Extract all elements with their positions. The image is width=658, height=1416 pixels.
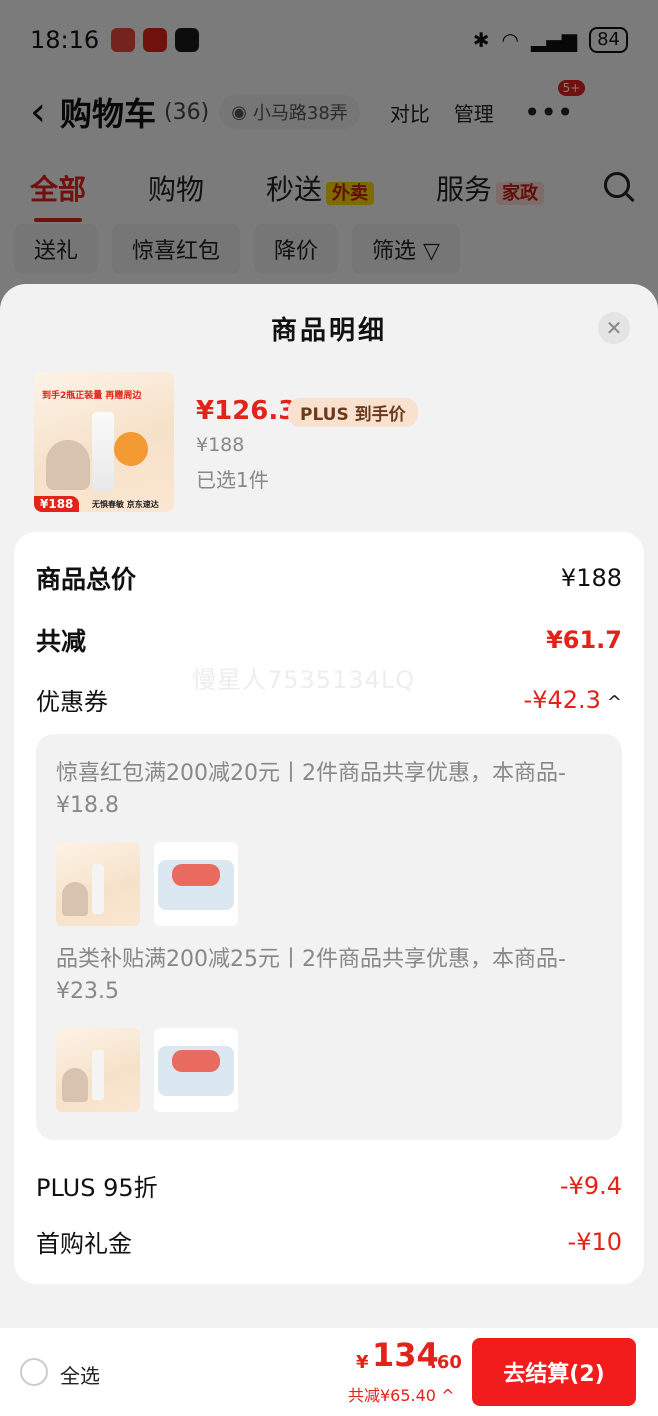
total-reduce-label: 共减 <box>36 627 87 656</box>
wipes-lid <box>172 1050 220 1072</box>
total-price-label: 商品总价 <box>36 565 137 594</box>
checkout-button[interactable]: 去结算(2) <box>472 1338 636 1406</box>
original-price: ¥188 <box>196 434 245 456</box>
product-image[interactable]: 到手2瓶正装量 再赠周边 ¥188 无惧春敏 京东速达 <box>34 372 174 512</box>
coupon-product-thumb <box>56 1028 140 1112</box>
thumb-model <box>62 1068 88 1102</box>
select-all-checkbox[interactable] <box>20 1358 48 1386</box>
sheet-title: 商品明细 <box>270 316 387 346</box>
coupon-row[interactable]: 优惠券 -¥42.3 ^ <box>36 682 622 717</box>
coupon-value: -¥42.3 <box>523 685 601 714</box>
coupon-details: 惊喜红包满200减20元丨2件商品共享优惠，本商品-¥18.8 品类补贴满200… <box>36 734 622 1140</box>
coupon-desc: 品类补贴满200减25元丨2件商品共享优惠，本商品-¥23.5 <box>56 947 566 1004</box>
thumb-model <box>62 882 88 916</box>
selected-quantity: 已选1件 <box>196 468 269 492</box>
product-detail-sheet: 商品明细 ✕ 到手2瓶正装量 再赠周边 ¥188 无惧春敏 京东速达 ¥126.… <box>0 284 658 1328</box>
coupon-product-thumb <box>154 842 238 926</box>
product-summary: 到手2瓶正装量 再赠周边 ¥188 无惧春敏 京东速达 ¥126.3 PLUS … <box>34 372 634 512</box>
coupon-desc: 惊喜红包满200减20元丨2件商品共享优惠，本商品-¥18.8 <box>56 761 566 818</box>
select-all-label[interactable]: 全选 <box>60 1360 100 1389</box>
thumb-model <box>46 440 90 490</box>
total-savings-toggle[interactable]: 共减¥65.40 ^ <box>348 1382 454 1406</box>
total-amount-integer: 134 <box>372 1336 439 1374</box>
plus-discount-label: PLUS 95折 <box>36 1174 158 1202</box>
price-breakdown-card: 商品总价 ¥188 共减 ¥61.7 慢星人7535134LQ 优惠券 -¥42… <box>14 532 644 1284</box>
checkout-bar: 全选 ¥ 134 .60 共减¥65.40 ^ 去结算(2) <box>0 1328 658 1416</box>
first-purchase-gift-label: 首购礼金 <box>36 1230 132 1258</box>
coupon-product-thumb <box>56 842 140 926</box>
total-reduce-row: 共减 ¥61.7 <box>36 622 622 658</box>
total-price-row: 商品总价 ¥188 <box>36 560 622 596</box>
plus-price-tag: PLUS 到手价 <box>288 398 418 427</box>
thumb-footer: 无惧春敏 京东速达 <box>92 500 159 509</box>
total-amount-decimal: .60 <box>430 1352 462 1373</box>
coupon-product-thumb <box>154 1028 238 1112</box>
thumb-orange <box>114 432 148 466</box>
thumb-bottle <box>92 1050 104 1100</box>
thumb-bottle <box>92 412 114 492</box>
product-price: ¥126.3 <box>196 396 297 426</box>
coupon-label: 优惠券 <box>36 688 108 716</box>
close-button[interactable]: ✕ <box>598 312 630 344</box>
first-purchase-gift-row: 首购礼金 -¥10 <box>36 1224 622 1259</box>
plus-discount-value: -¥9.4 <box>559 1171 622 1200</box>
thumb-bottle <box>92 864 104 914</box>
plus-discount-row: PLUS 95折 -¥9.4 <box>36 1168 622 1203</box>
chevron-up-icon: ^ <box>606 691 622 713</box>
wipes-lid <box>172 864 220 886</box>
thumb-price: ¥188 <box>34 496 80 512</box>
total-currency: ¥ <box>356 1352 369 1373</box>
total-price-value: ¥188 <box>560 564 622 592</box>
coupon-value-wrap: -¥42.3 ^ <box>524 686 622 714</box>
first-purchase-gift-value: -¥10 <box>567 1227 622 1256</box>
total-reduce-value: ¥61.7 <box>546 626 622 654</box>
thumb-title: 到手2瓶正装量 再赠周边 <box>42 391 142 401</box>
close-icon: ✕ <box>605 316 623 340</box>
